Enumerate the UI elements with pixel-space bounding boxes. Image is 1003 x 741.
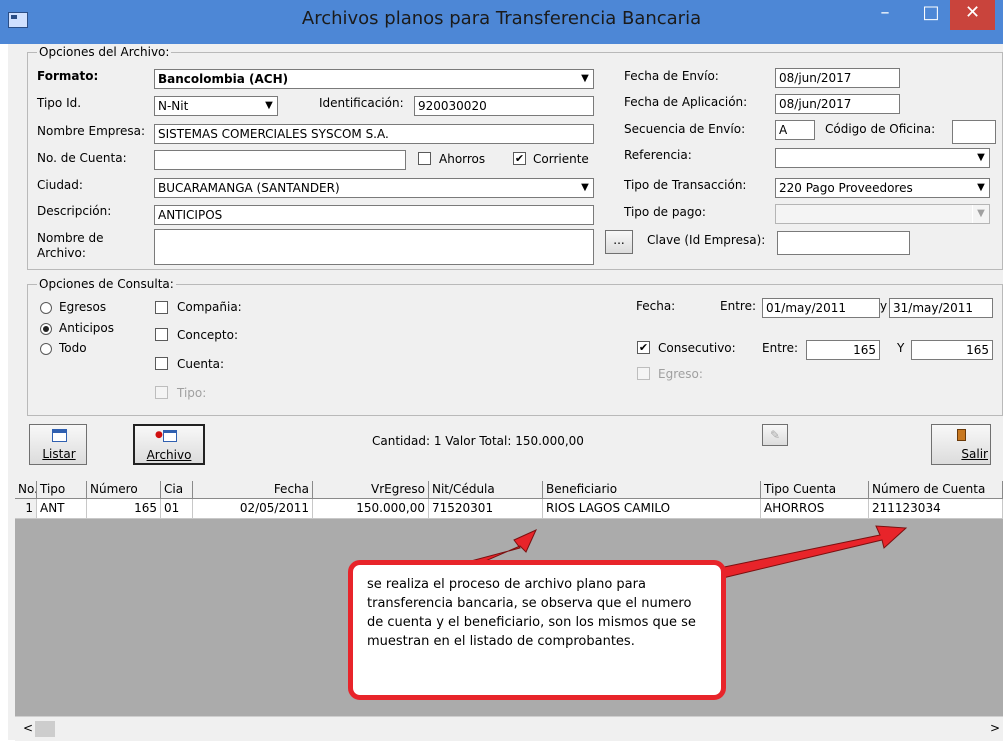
annotation-text: se realiza el proceso de archivo plano p… [367, 577, 696, 649]
annotation-callout: se realiza el proceso de archivo plano p… [348, 560, 726, 700]
arrow-to-numero-cuenta [699, 525, 908, 583]
